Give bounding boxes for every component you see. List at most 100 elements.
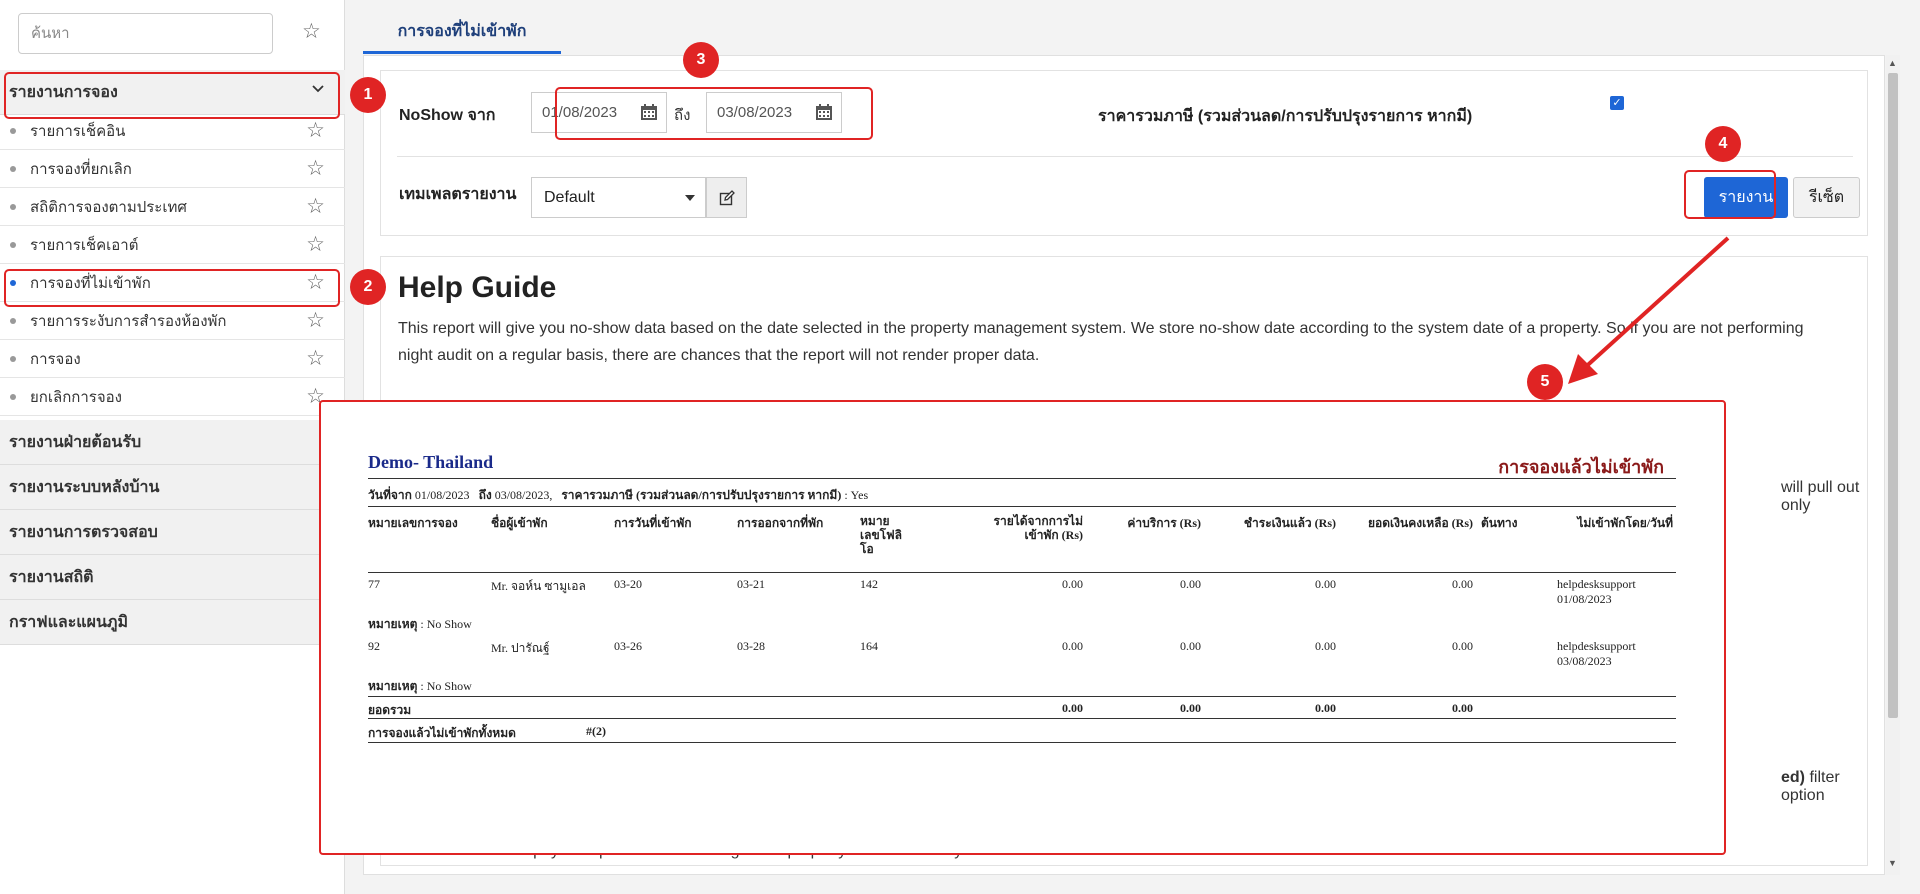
sidebar-item-country-stats[interactable]: สถิติการจองตามประเทศ ☆: [0, 188, 345, 226]
report-template-select[interactable]: Default: [531, 177, 706, 218]
row-remark: หมายเหตุ : No Show: [368, 677, 472, 696]
sidebar-item-label: รายการเช็คอิน: [30, 122, 126, 140]
cell-noshow-by: helpdesksupport: [1557, 639, 1636, 653]
count-label: การจองแล้วไม่เข้าพักทั้งหมด: [368, 726, 516, 740]
criteria-tax-label: ราคารวมภาษี (รวมส่วนลด/การปรับปรุงรายการ…: [561, 488, 842, 502]
annotation-badge: 5: [1527, 364, 1563, 400]
criteria-from: 01/08/2023: [414, 488, 470, 502]
search-input[interactable]: [19, 14, 272, 53]
section-label: รายงานสถิติ: [9, 568, 94, 586]
bullet-icon: [10, 356, 16, 362]
highlight-report-button: [1684, 170, 1776, 219]
star-icon[interactable]: ☆: [302, 21, 321, 42]
report-template-label: เทมเพลตรายงาน: [399, 186, 517, 203]
col-header: ค่าบริการ (Rs): [1127, 516, 1201, 530]
criteria-to: 03/08/2023,: [494, 488, 553, 502]
section-audit-reports[interactable]: รายงานการตรวจสอบ: [0, 510, 345, 555]
cell-revenue: 0.00: [1062, 577, 1083, 591]
criteria-to-label: ถึง: [478, 488, 492, 502]
bullet-icon: [10, 242, 16, 248]
cell-revenue: 0.00: [1062, 639, 1083, 653]
bullet-icon: [10, 166, 16, 172]
remark-label: หมายเหตุ: [368, 679, 418, 693]
reset-button[interactable]: รีเซ็ต: [1793, 177, 1860, 218]
section-label: กราฟและแผนภูมิ: [9, 613, 129, 631]
cell-noshow-date: 01/08/2023: [1557, 592, 1612, 606]
cell-folio: 142: [860, 577, 878, 591]
star-icon[interactable]: ☆: [306, 310, 325, 331]
help-text-bold: ed): [1781, 769, 1805, 786]
help-text-partial: will pull out only: [1781, 479, 1860, 514]
col-header: รายได้จากการไม่ เข้าพัก (Rs): [993, 514, 1083, 542]
scroll-up-icon[interactable]: ▲: [1888, 58, 1897, 68]
total-charges: 0.00: [1180, 701, 1201, 715]
sidebar-item-cancelled-bookings[interactable]: การจองที่ยกเลิก ☆: [0, 150, 345, 188]
bullet-icon: [10, 204, 16, 210]
sidebar-item-label: ยกเลิกการจอง: [30, 388, 122, 406]
divider: [368, 696, 1676, 697]
cell-res-no: 92: [368, 639, 380, 653]
annotation-badge: 3: [683, 42, 719, 78]
cell-noshow-by: helpdesksupport: [1557, 577, 1636, 591]
noshow-from-label: NoShow จาก: [399, 107, 496, 124]
total-balance: 0.00: [1452, 701, 1473, 715]
cell-charges: 0.00: [1180, 639, 1201, 653]
criteria-from-label: วันที่จาก: [368, 488, 412, 502]
section-back-office-reports[interactable]: รายงานระบบหลังบ้าน: [0, 465, 345, 510]
sidebar: ☆ รายงานการจอง รายการเช็คอิน ☆ การจองที่…: [0, 0, 345, 894]
sidebar-item-checkout-list[interactable]: รายการเช็คเอาต์ ☆: [0, 226, 345, 264]
star-icon[interactable]: ☆: [306, 158, 325, 179]
tab-noshow[interactable]: การจองที่ไม่เข้าพัก: [363, 12, 561, 54]
cell-departure: 03-28: [737, 639, 765, 653]
sidebar-item-label: การจอง: [30, 350, 81, 368]
caret-down-icon: [685, 195, 695, 201]
cell-arrival: 03-20: [614, 577, 642, 591]
report-template-value: Default: [544, 188, 595, 206]
cell-paid: 0.00: [1315, 639, 1336, 653]
cell-balance: 0.00: [1452, 639, 1473, 653]
remark-value: : No Show: [420, 617, 472, 631]
divider: [368, 572, 1676, 573]
edit-template-button[interactable]: [706, 177, 747, 218]
remark-value: : No Show: [420, 679, 472, 693]
sidebar-item-label: การจองที่ยกเลิก: [30, 160, 132, 178]
divider: [368, 506, 1676, 507]
edit-icon: [719, 189, 735, 205]
help-title: Help Guide: [398, 271, 557, 304]
criteria-tax-value: : Yes: [844, 488, 869, 502]
section-label: รายงานฝ่ายต้อนรับ: [9, 433, 142, 451]
star-icon[interactable]: ☆: [306, 120, 325, 141]
report-title: การจองแล้วไม่เข้าพัก: [1498, 457, 1664, 477]
section-label: รายงานการตรวจสอบ: [9, 523, 158, 541]
divider: [368, 742, 1676, 743]
sidebar-item-cancel-booking[interactable]: ยกเลิกการจอง ☆: [0, 378, 345, 416]
star-icon[interactable]: ☆: [306, 348, 325, 369]
star-icon[interactable]: ☆: [306, 196, 325, 217]
annotation-badge: 1: [350, 77, 386, 113]
scroll-down-icon[interactable]: ▼: [1888, 858, 1897, 868]
divider: [368, 478, 1676, 479]
col-header: ชื่อผู้เข้าพัก: [491, 516, 548, 530]
section-charts[interactable]: กราฟและแผนภูมิ: [0, 600, 345, 645]
bullet-icon: [10, 128, 16, 134]
section-front-office-reports[interactable]: รายงานฝ่ายต้อนรับ: [0, 420, 345, 465]
col-header: ยอดเงินคงเหลือ (Rs): [1368, 516, 1473, 530]
count-value: #(2): [586, 724, 606, 738]
highlight-date-range: [555, 87, 873, 140]
annotation-badge: 4: [1705, 126, 1741, 162]
sidebar-item-label: สถิติการจองตามประเทศ: [30, 198, 187, 216]
total-paid: 0.00: [1315, 701, 1336, 715]
cell-charges: 0.00: [1180, 577, 1201, 591]
tax-inclusive-checkbox[interactable]: ✓: [1610, 96, 1624, 110]
search-box[interactable]: [18, 13, 273, 54]
star-icon[interactable]: ☆: [306, 234, 325, 255]
section-statistics-reports[interactable]: รายงานสถิติ: [0, 555, 345, 600]
sidebar-item-bookings[interactable]: การจอง ☆: [0, 340, 345, 378]
col-header: การวันที่เข้าพัก: [614, 516, 692, 530]
scrollbar-thumb[interactable]: [1888, 73, 1898, 718]
total-revenue: 0.00: [1062, 701, 1083, 715]
col-header: ต้นทาง: [1481, 516, 1518, 530]
sidebar-item-label: รายการเช็คเอาต์: [30, 236, 139, 254]
sidebar-item-hold-reservations[interactable]: รายการระงับการสำรองห้องพัก ☆: [0, 302, 345, 340]
cell-balance: 0.00: [1452, 577, 1473, 591]
